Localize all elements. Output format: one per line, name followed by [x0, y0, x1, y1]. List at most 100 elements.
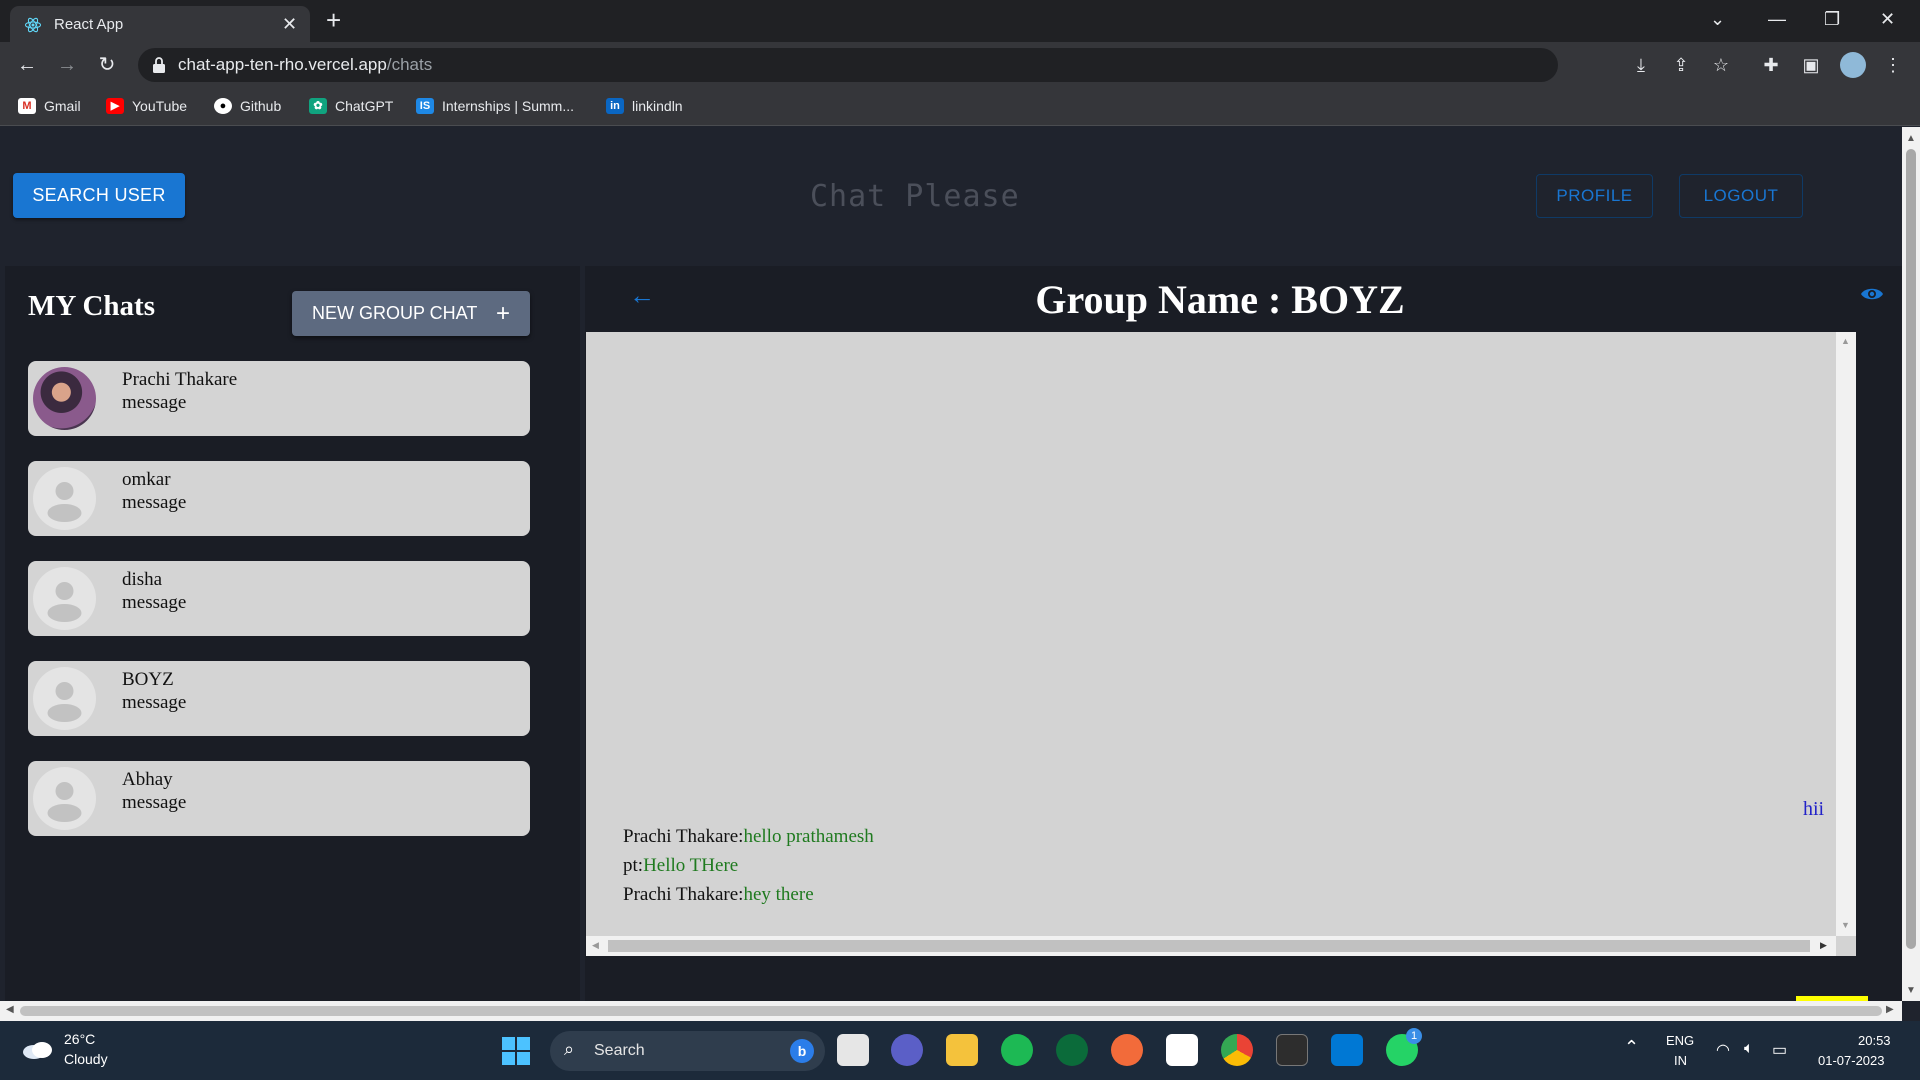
clock-time[interactable]: 20:53 — [1858, 1033, 1891, 1048]
cloudy-weather-icon[interactable] — [20, 1037, 56, 1061]
reload-icon[interactable]: ↻ — [94, 52, 120, 78]
volume-icon[interactable]: 🔈︎ — [1744, 1040, 1754, 1058]
notion-icon[interactable] — [1166, 1034, 1198, 1066]
postman-icon[interactable] — [1111, 1034, 1143, 1066]
chat-item-boyz[interactable]: BOYZ message — [28, 661, 530, 736]
scroll-left-icon[interactable]: ◀ — [592, 940, 599, 951]
chat-item-omkar[interactable]: omkar message — [28, 461, 530, 536]
scrollbar-thumb[interactable] — [608, 940, 1810, 952]
bookmark-chatgpt[interactable]: ✿ ChatGPT — [309, 98, 393, 114]
scrollbar-thumb[interactable] — [1906, 149, 1916, 949]
terminal-icon[interactable] — [1276, 1034, 1308, 1066]
new-group-chat-button[interactable]: NEW GROUP CHAT + — [292, 291, 530, 336]
scroll-down-icon[interactable]: ▼ — [1906, 985, 1916, 996]
windows-taskbar: 26°C Cloudy ⌕ Search b 1 ⌃ ENG IN ◠ 🔈︎ ▭… — [0, 1021, 1920, 1080]
default-avatar-icon — [33, 467, 96, 530]
messages-vertical-scrollbar[interactable]: ▲ ▼ — [1836, 332, 1856, 936]
back-icon[interactable]: ← — [14, 52, 40, 78]
minimize-icon[interactable]: — — [1768, 9, 1786, 29]
my-message: hii — [1803, 798, 1825, 820]
weather-description[interactable]: Cloudy — [64, 1051, 108, 1067]
message-text: hey there — [743, 884, 814, 905]
messages-horizontal-scrollbar[interactable]: ◀ ▶ — [586, 936, 1836, 956]
scroll-left-icon[interactable]: ◀ — [6, 1004, 14, 1015]
bookmark-youtube[interactable]: ▶ YouTube — [106, 98, 187, 114]
clock-date[interactable]: 01-07-2023 — [1818, 1053, 1885, 1068]
scroll-up-icon[interactable]: ▲ — [1841, 336, 1850, 346]
install-icon[interactable]: ⤓ — [1630, 54, 1652, 76]
bookmark-label: Internships | Summ... — [442, 98, 575, 114]
taskbar-search-label: Search — [594, 1042, 645, 1059]
message-row: Prachi Thakare:hey there — [623, 884, 814, 906]
eye-icon[interactable] — [1860, 286, 1884, 302]
taskbar-search[interactable]: ⌕ Search b — [550, 1031, 825, 1071]
bookmark-star-icon[interactable]: ☆ — [1710, 54, 1732, 76]
task-view-icon[interactable] — [837, 1034, 869, 1066]
teams-chat-icon[interactable] — [891, 1034, 923, 1066]
restore-icon[interactable]: ❐ — [1824, 9, 1840, 29]
bing-icon: b — [790, 1039, 814, 1063]
chat-preview: message — [122, 392, 187, 413]
scroll-right-icon[interactable]: ▶ — [1820, 940, 1827, 951]
chat-preview: message — [122, 792, 187, 813]
scrollbar-thumb[interactable] — [20, 1006, 1882, 1016]
bookmark-internships[interactable]: IS Internships | Summ... — [416, 98, 574, 114]
battery-icon[interactable]: ▭ — [1772, 1040, 1787, 1060]
bookmark-gmail[interactable]: M Gmail — [18, 98, 81, 114]
chat-name: Abhay — [122, 769, 173, 790]
chrome-icon[interactable] — [1221, 1034, 1253, 1066]
browser-tab[interactable]: React App ✕ — [10, 6, 310, 42]
scroll-right-icon[interactable]: ▶ — [1886, 1004, 1894, 1015]
url-path: /chats — [386, 55, 433, 74]
bookmark-label: YouTube — [132, 98, 188, 114]
bookmark-label: Github — [240, 98, 282, 114]
mongodb-compass-icon[interactable] — [1056, 1034, 1088, 1066]
chat-item-prachi[interactable]: Prachi Thakare message — [28, 361, 530, 436]
default-avatar-icon — [33, 667, 96, 730]
plus-icon: + — [495, 300, 510, 327]
windows-start-icon[interactable] — [502, 1037, 530, 1065]
input-region[interactable]: IN — [1674, 1053, 1687, 1068]
tab-search-chevron-icon[interactable]: ⌄ — [1710, 9, 1725, 29]
logout-button[interactable]: LOGOUT — [1679, 174, 1803, 218]
scroll-down-icon[interactable]: ▼ — [1841, 920, 1850, 930]
github-icon: ● — [214, 98, 232, 114]
profile-avatar-icon[interactable] — [1840, 52, 1866, 78]
default-avatar-icon — [33, 567, 96, 630]
input-language[interactable]: ENG — [1666, 1033, 1694, 1048]
extensions-icon[interactable]: ✚ — [1760, 54, 1782, 76]
vscode-icon[interactable] — [1331, 1034, 1363, 1066]
chat-box: ← Group Name : BOYZ hii Prachi Thakare:h… — [585, 266, 1902, 1001]
tab-close-icon[interactable]: ✕ — [282, 14, 297, 34]
scroll-up-icon[interactable]: ▲ — [1906, 133, 1916, 144]
weather-temperature[interactable]: 26°C — [64, 1031, 95, 1047]
chat-item-disha[interactable]: disha message — [28, 561, 530, 636]
wifi-icon[interactable]: ◠ — [1716, 1040, 1730, 1060]
bookmark-label: ChatGPT — [335, 98, 394, 114]
browser-menu-icon[interactable]: ⋮ — [1882, 54, 1904, 76]
share-icon[interactable]: ⇪ — [1670, 54, 1692, 76]
chat-name: BOYZ — [122, 669, 174, 690]
browser-tab-strip: React App ✕ + ⌄ — ❐ ✕ — [0, 0, 1920, 42]
show-hidden-icons-icon[interactable]: ⌃ — [1624, 1037, 1639, 1058]
bookmark-github[interactable]: ● Github — [214, 98, 281, 114]
app-header: SEARCH USER Chat Please PROFILE LOGOUT — [0, 127, 1902, 263]
browser-toolbar: ← → ↻ chat-app-ten-rho.vercel.app/chats … — [0, 42, 1920, 88]
page-vertical-scrollbar[interactable]: ▲ ▼ — [1902, 127, 1920, 1001]
forward-icon[interactable]: → — [54, 52, 80, 78]
chat-name: Prachi Thakare — [122, 369, 238, 390]
close-window-icon[interactable]: ✕ — [1880, 9, 1895, 29]
side-panel-icon[interactable]: ▣ — [1800, 54, 1822, 76]
file-explorer-icon[interactable] — [946, 1034, 978, 1066]
spotify-icon[interactable] — [1001, 1034, 1033, 1066]
chat-item-abhay[interactable]: Abhay message — [28, 761, 530, 836]
page-horizontal-scrollbar[interactable]: ◀ ▶ — [0, 1001, 1902, 1021]
profile-button[interactable]: PROFILE — [1536, 174, 1653, 218]
whatsapp-icon[interactable]: 1 — [1386, 1028, 1422, 1066]
messages-panel[interactable]: hii Prachi Thakare:hello prathamesh pt:H… — [586, 332, 1856, 956]
bookmark-linkedin[interactable]: in linkindln — [606, 98, 683, 114]
new-tab-icon[interactable]: + — [326, 6, 341, 34]
address-bar[interactable]: chat-app-ten-rho.vercel.app/chats — [138, 48, 1558, 82]
search-user-button[interactable]: SEARCH USER — [13, 173, 185, 218]
app-viewport: SEARCH USER Chat Please PROFILE LOGOUT M… — [0, 127, 1902, 1001]
